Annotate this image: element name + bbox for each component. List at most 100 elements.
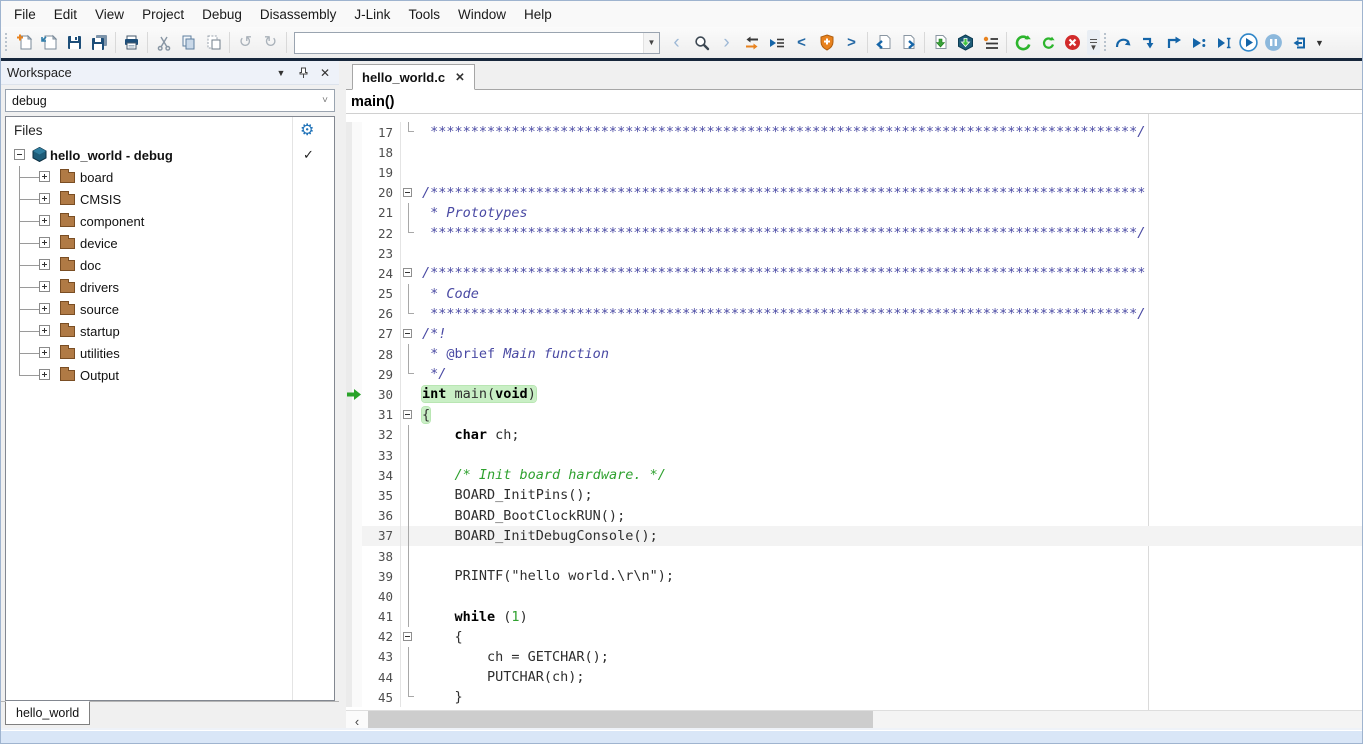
compile-button[interactable] — [928, 30, 953, 55]
fold-margin[interactable] — [400, 223, 416, 243]
fold-margin[interactable] — [400, 485, 416, 505]
print-button[interactable] — [119, 30, 144, 55]
reset-button[interactable] — [1010, 30, 1035, 55]
breakpoint-margin[interactable] — [346, 304, 362, 324]
step-out-button[interactable] — [1161, 30, 1186, 55]
breakpoint-margin[interactable] — [346, 647, 362, 667]
code-line[interactable]: 41 while (1) — [346, 607, 1362, 627]
make-button[interactable] — [953, 30, 978, 55]
fold-margin[interactable] — [400, 122, 416, 142]
tree-folder-item[interactable]: drivers — [6, 276, 334, 298]
breakpoint-margin[interactable] — [346, 263, 362, 283]
menu-file[interactable]: File — [5, 3, 45, 26]
save-all-button[interactable] — [87, 30, 112, 55]
expand-icon[interactable] — [39, 171, 50, 182]
code-line[interactable]: 45 } — [346, 687, 1362, 707]
menu-jlink[interactable]: J-Link — [345, 3, 399, 26]
find-next-button[interactable]: › — [714, 30, 739, 55]
breakpoint-margin[interactable] — [346, 627, 362, 647]
tree-folder-item[interactable]: CMSIS — [6, 188, 334, 210]
code-line[interactable]: 24/*************************************… — [346, 263, 1362, 283]
menu-view[interactable]: View — [86, 3, 133, 26]
fold-margin[interactable] — [400, 364, 416, 384]
next-statement-button[interactable] — [1186, 30, 1211, 55]
breakpoint-margin[interactable] — [346, 586, 362, 606]
fold-margin[interactable] — [400, 607, 416, 627]
code-area[interactable]: 17 *************************************… — [346, 114, 1362, 710]
fold-margin[interactable] — [400, 586, 416, 606]
fold-margin[interactable] — [400, 647, 416, 667]
scroll-left-icon[interactable]: ‹ — [346, 711, 368, 732]
fold-margin[interactable] — [400, 263, 416, 283]
tree-folder-item[interactable]: doc — [6, 254, 334, 276]
redo-icon[interactable]: ↻ — [258, 30, 283, 55]
toolbar-grip[interactable] — [4, 33, 9, 53]
breakpoint-margin[interactable] — [346, 284, 362, 304]
new-document-button[interactable] — [12, 30, 37, 55]
code-line[interactable]: 36 BOARD_BootClockRUN(); — [346, 506, 1362, 526]
breakpoint-margin[interactable] — [346, 445, 362, 465]
fold-margin[interactable] — [400, 546, 416, 566]
code-line[interactable]: 37 BOARD_InitDebugConsole(); — [346, 526, 1362, 546]
fold-margin[interactable] — [400, 183, 416, 203]
code-line[interactable]: 26 *************************************… — [346, 304, 1362, 324]
save-button[interactable] — [62, 30, 87, 55]
panel-menu-icon[interactable]: ▼ — [273, 68, 289, 78]
breakpoint-margin[interactable] — [346, 162, 362, 182]
code-line[interactable]: 23 — [346, 243, 1362, 263]
stop-debugging-button[interactable] — [1286, 30, 1311, 55]
code-line[interactable]: 40 — [346, 586, 1362, 606]
fold-marker-start[interactable] — [403, 632, 412, 641]
fold-marker-start[interactable] — [403, 329, 412, 338]
fold-margin[interactable] — [400, 566, 416, 586]
breakpoint-margin[interactable] — [346, 607, 362, 627]
expand-icon[interactable] — [39, 303, 50, 314]
fold-margin[interactable] — [400, 465, 416, 485]
code-line[interactable]: 33 — [346, 445, 1362, 465]
fold-margin[interactable] — [400, 687, 416, 707]
tree-folder-item[interactable]: component — [6, 210, 334, 232]
expand-icon[interactable] — [39, 237, 50, 248]
combo-dropdown-icon[interactable]: ▼ — [643, 33, 659, 53]
configuration-selector[interactable]: debug ˅ — [5, 89, 335, 112]
refresh-button[interactable] — [1035, 30, 1060, 55]
breakpoint-margin[interactable] — [346, 203, 362, 223]
break-button[interactable] — [1261, 30, 1286, 55]
tree-folder-item[interactable]: Output — [6, 364, 334, 386]
replace-button[interactable] — [739, 30, 764, 55]
fold-marker-start[interactable] — [403, 268, 412, 277]
code-line[interactable]: 19 — [346, 162, 1362, 182]
navigate-forward-button[interactable] — [896, 30, 921, 55]
menu-edit[interactable]: Edit — [45, 3, 86, 26]
breakpoint-margin[interactable] — [346, 687, 362, 707]
open-document-button[interactable] — [37, 30, 62, 55]
fold-margin[interactable] — [400, 142, 416, 162]
fold-margin[interactable] — [400, 445, 416, 465]
tree-item-project-root[interactable]: hello_world - debug ✓ — [6, 144, 334, 166]
expand-icon[interactable] — [39, 259, 50, 270]
code-line[interactable]: 30int main(void) — [346, 384, 1362, 404]
fold-marker-start[interactable] — [403, 188, 412, 197]
pin-icon[interactable] — [295, 67, 311, 79]
breakpoint-margin[interactable] — [346, 142, 362, 162]
breakpoint-margin[interactable] — [346, 183, 362, 203]
tab-close-icon[interactable]: ✕ — [455, 70, 465, 84]
code-line[interactable]: 21 * Prototypes — [346, 203, 1362, 223]
scrollbar-thumb[interactable] — [368, 711, 873, 732]
gear-icon[interactable]: ⚙ — [300, 120, 314, 140]
breakpoint-margin[interactable] — [346, 364, 362, 384]
step-into-button[interactable] — [1136, 30, 1161, 55]
breakpoint-margin[interactable] — [346, 425, 362, 445]
close-icon[interactable]: ✕ — [317, 66, 333, 80]
code-line[interactable]: 32 char ch; — [346, 425, 1362, 445]
menu-project[interactable]: Project — [133, 3, 193, 26]
collapse-icon[interactable] — [14, 149, 25, 160]
code-line[interactable]: 35 BOARD_InitPins(); — [346, 485, 1362, 505]
fold-margin[interactable] — [400, 324, 416, 344]
find-button[interactable] — [689, 30, 714, 55]
expand-icon[interactable] — [39, 347, 50, 358]
previous-bookmark-button[interactable]: < — [789, 30, 814, 55]
breakpoint-margin[interactable] — [346, 384, 362, 404]
expand-icon[interactable] — [39, 215, 50, 226]
breakpoint-margin[interactable] — [346, 526, 362, 546]
